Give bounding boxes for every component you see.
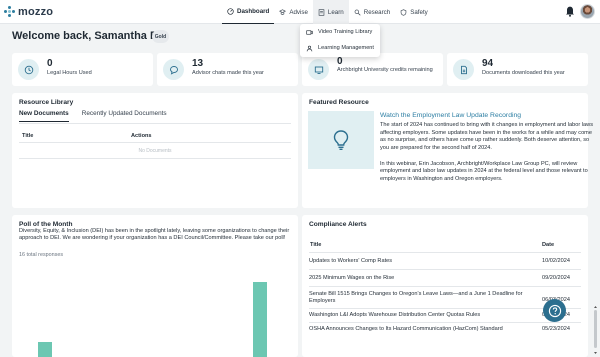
featured-link[interactable]: Watch the Employment Law Update Recordin… [380,112,521,119]
scrollbar[interactable] [593,305,598,355]
resource-library-card: Resource Library New Documents Recently … [12,93,298,208]
poll-bar [38,342,52,357]
column-header-date: Date [542,242,555,248]
clock-icon [18,59,39,80]
poll-response-count: 16 total responses [19,252,64,258]
menu-item-video-training-library[interactable]: Video Training Library [300,24,380,40]
table-row[interactable]: OSHA Announces Changes to Its Hazard Com… [309,323,581,339]
avatar[interactable] [580,4,595,19]
featured-paragraph: In this webinar, Erin Jacobson, Archbrig… [380,160,588,182]
alert-title: OSHA Announces Changes to Its Hazard Com… [309,326,503,332]
membership-badge: Gold [152,30,169,43]
learn-dropdown-menu: Video Training Library Learning Manageme… [300,24,380,57]
poll-chart [38,282,267,357]
tab-recently-updated-documents[interactable]: Recently Updated Documents [82,110,167,122]
stat-value: 94 [482,58,494,69]
bell-icon[interactable] [565,5,575,17]
logo-icon [4,6,16,18]
dashboard-icon [227,8,234,15]
alert-title: 2025 Minimum Wages on the Rise [309,275,395,281]
alert-date: 09/20/2024 [542,275,570,281]
card-title: Compliance Alerts [309,221,367,228]
resource-tabs: New Documents Recently Updated Documents [19,110,167,122]
column-header-title: Title [22,133,34,139]
stat-card-advisor-chats[interactable]: 13 Advisor chats made this year [157,53,298,86]
nav-safety-label: Safety [410,8,428,16]
divider [19,123,291,124]
stat-label: Documents downloaded this year [482,70,565,76]
card-title: Resource Library [19,99,74,106]
nav-dashboard-label: Dashboard [237,8,270,15]
divider [19,142,291,143]
nav-dashboard[interactable]: Dashboard [222,0,275,24]
empty-state: No Documents [138,148,172,154]
card-title: Poll of the Month [19,221,73,228]
nav-advise[interactable]: Advise [274,0,313,24]
poll-bar [253,282,267,357]
stat-value: 13 [192,58,204,69]
poll-description: Diversity, Equity, & Inclusion (DEI) has… [19,228,290,242]
featured-thumbnail[interactable] [308,111,374,169]
stat-label: Legal Hours Used [47,70,92,76]
table-row[interactable]: 2025 Minimum Wages on the Rise 09/20/202… [309,270,581,287]
alert-title: Washington L&I Adopts Warehouse Distribu… [309,312,481,318]
stat-card-legal-hours[interactable]: 0 Legal Hours Used [12,53,153,86]
menu-item-learning-management[interactable]: Learning Management [300,40,380,56]
alert-title: Senate Bill 1515 Brings Changes to Orego… [309,291,523,305]
menu-item-label: Learning Management [318,45,374,51]
nav-advise-label: Advise [289,8,308,16]
column-header-title: Title [310,242,322,248]
table-row[interactable]: Updates to Workers' Comp Rates 10/02/202… [309,253,581,270]
learn-icon [318,8,325,16]
nav-learn[interactable]: Learn [312,0,349,24]
research-icon [354,9,361,16]
document-icon [453,59,474,80]
safety-icon [400,8,407,16]
table-row[interactable]: Senate Bill 1515 Brings Changes to Orego… [309,287,581,309]
stat-value: 0 [337,56,343,67]
column-header-actions: Actions [131,133,152,139]
nav-learn-label: Learn [327,8,344,16]
card-title: Featured Resource [309,99,369,106]
top-navbar: mozzo Dashboard Advise Learn Research Sa… [0,0,600,24]
stat-value: 0 [47,58,53,69]
main-nav: Dashboard Advise Learn Research Safety [222,0,433,24]
help-button[interactable] [543,299,566,322]
monitor-icon [308,59,329,80]
alert-title: Updates to Workers' Comp Rates [309,258,393,264]
logo-text: mozzo [18,6,54,18]
question-icon [548,304,561,317]
stat-label: Archbright University credits remaining [337,67,433,73]
poll-card: Poll of the Month Diversity, Equity, & I… [12,215,298,357]
stat-card-documents-downloaded[interactable]: 94 Documents downloaded this year [447,53,588,86]
featured-resource-card: Featured Resource Watch the Employment L… [302,93,593,208]
advise-icon [279,8,287,15]
menu-item-label: Video Training Library [318,29,373,35]
nav-research[interactable]: Research [349,0,395,24]
tab-new-documents[interactable]: New Documents [19,110,69,122]
alert-date: 10/02/2024 [542,258,570,264]
user-icon [306,45,313,51]
stat-label: Advisor chats made this year [192,70,264,76]
page-title: Welcome back, Samantha E [12,30,158,42]
compliance-table-header: Title Date [309,239,581,253]
logo[interactable]: mozzo [4,5,53,19]
video-icon [306,29,313,35]
alert-date: 05/23/2024 [542,326,570,332]
featured-description: The start of 2024 has continued to bring… [380,122,595,191]
nav-research-label: Research [363,8,391,16]
compliance-alerts-card: Compliance Alerts Title Date Updates to … [302,215,588,357]
lightbulb-icon [333,130,349,150]
nav-safety[interactable]: Safety [395,0,433,24]
featured-paragraph: The start of 2024 has continued to bring… [380,122,593,152]
table-row[interactable]: Washington L&I Adopts Warehouse Distribu… [309,309,581,323]
stat-card-university-credits[interactable]: 0 Archbright University credits remainin… [302,53,443,86]
chat-icon [163,59,184,80]
divider [19,158,291,159]
